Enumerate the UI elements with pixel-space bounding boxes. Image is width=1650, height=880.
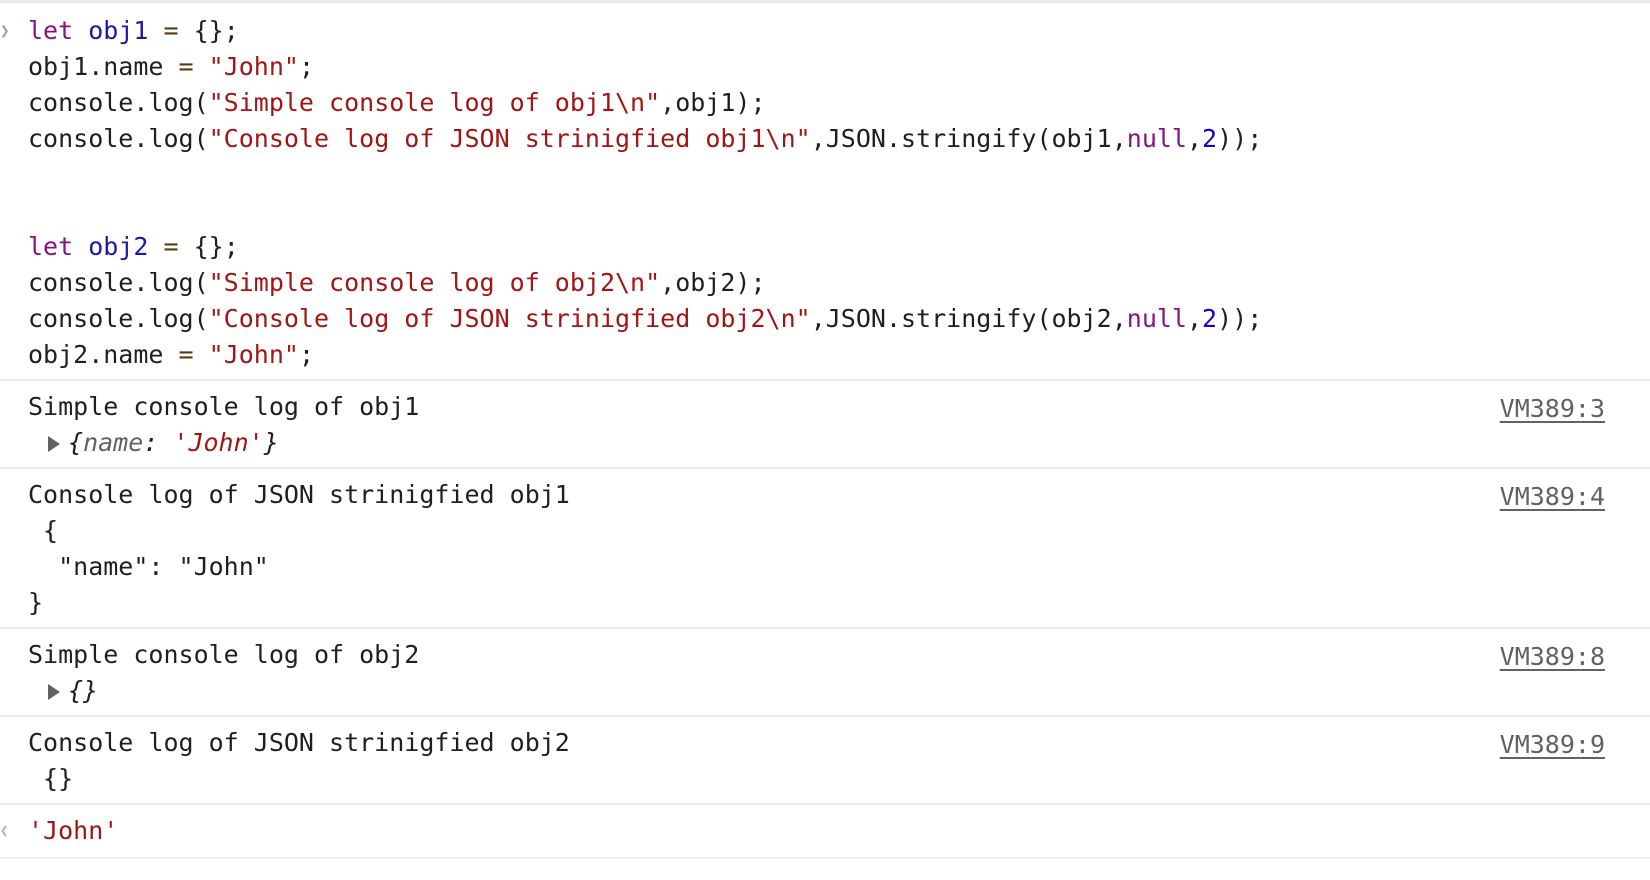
object-key: name — [83, 428, 144, 457]
bottom-divider — [0, 857, 1650, 859]
json-line: } — [28, 588, 44, 617]
console-message-3: Simple console log of obj2 VM389:8 {} — [0, 627, 1650, 715]
code-token: "Simple console log of obj2\n" — [208, 268, 661, 297]
code-token: ,JSON.stringify(obj1, — [810, 124, 1127, 153]
object-value: 'John' — [173, 428, 264, 457]
code-token: {}; — [193, 16, 239, 45]
message-text: Simple console log of obj1 — [28, 392, 420, 421]
code-token: "John" — [208, 340, 299, 369]
console-message-2: Console log of JSON strinigfied obj1 VM3… — [0, 467, 1650, 627]
code-token: 2 — [1202, 304, 1218, 333]
console-input-block: ❯ let obj1 = {}; obj1.name = "John"; conso… — [0, 3, 1650, 379]
code-line: obj1.name = "John"; — [28, 49, 1650, 85]
json-line: "name": "John" — [28, 552, 269, 581]
source-link[interactable]: VM389:3 — [1500, 391, 1605, 427]
code-line: console.log("Console log of JSON strinig… — [28, 121, 1650, 157]
code-token: console.log( — [28, 304, 209, 333]
code-token: ; — [298, 52, 315, 81]
console-result: ❮ 'John' — [0, 803, 1650, 857]
code-token: "Console log of JSON strinigfied obj2\n" — [208, 304, 811, 333]
json-line: {} — [28, 764, 74, 793]
code-token: obj1.name — [28, 52, 179, 81]
message-text: Console log of JSON strinigfied obj1 — [28, 480, 570, 509]
code-token: )); — [1217, 304, 1263, 333]
source-link[interactable]: VM389:8 — [1500, 639, 1605, 675]
result-chevron-icon: ❮ — [0, 823, 9, 839]
code-line: console.log("Console log of JSON strinig… — [28, 301, 1650, 337]
expand-triangle-icon[interactable] — [48, 436, 60, 452]
message-text: Simple console log of obj2 — [28, 640, 420, 669]
code-token: let — [28, 16, 89, 45]
code-token: obj1 — [88, 16, 149, 45]
code-line: let obj2 = {}; — [28, 229, 1650, 265]
code-token: obj2 — [88, 232, 149, 261]
code-token: obj2.name — [28, 340, 179, 369]
code-token: ,JSON.stringify(obj2, — [810, 304, 1127, 333]
object-preview[interactable]: {} — [28, 673, 1650, 709]
code-token: console.log( — [28, 124, 209, 153]
code-token: = — [148, 16, 194, 45]
code-token: "Simple console log of obj1\n" — [208, 88, 661, 117]
expand-triangle-icon[interactable] — [48, 684, 60, 700]
code-token: let — [28, 232, 89, 261]
code-token: = — [178, 52, 194, 81]
code-token: {}; — [193, 232, 239, 261]
code-line: obj2.name = "John"; — [28, 337, 1650, 373]
json-line: { — [28, 516, 59, 545]
code-token: 2 — [1202, 124, 1218, 153]
code-token: "John" — [208, 52, 299, 81]
code-token: "Console log of JSON strinigfied obj1\n" — [208, 124, 811, 153]
code-token: ; — [298, 340, 315, 369]
brace-close: } — [263, 428, 279, 457]
code-token: = — [148, 232, 194, 261]
source-link[interactable]: VM389:4 — [1500, 479, 1605, 515]
code-token: ,obj2); — [660, 268, 766, 297]
code-token: console.log( — [28, 268, 209, 297]
object-preview[interactable]: {name: 'John'} — [28, 425, 1650, 461]
code-lines: let obj1 = {}; obj1.name = "John"; console… — [28, 13, 1650, 373]
console-message-4: Console log of JSON strinigfied obj2 VM3… — [0, 715, 1650, 803]
code-line: let obj1 = {}; — [28, 13, 1650, 49]
empty-object: {} — [68, 676, 99, 705]
code-token: null — [1126, 124, 1187, 153]
code-token: , — [1186, 124, 1203, 153]
result-value: 'John' — [28, 816, 119, 845]
code-line: console.log("Simple console log of obj2\… — [28, 265, 1650, 301]
source-link[interactable]: VM389:9 — [1500, 727, 1605, 763]
code-token: = — [178, 340, 194, 369]
code-token: console.log( — [28, 88, 209, 117]
input-chevron-icon: ❯ — [0, 21, 10, 40]
code-token: ,obj1); — [660, 88, 766, 117]
console-message-1: Simple console log of obj1 VM389:3 {name… — [0, 379, 1650, 467]
brace-open: { — [68, 428, 84, 457]
message-text: Console log of JSON strinigfied obj2 — [28, 728, 570, 757]
object-sep: : — [143, 428, 174, 457]
code-token: , — [1186, 304, 1203, 333]
code-token: )); — [1217, 124, 1263, 153]
code-line: console.log("Simple console log of obj1\… — [28, 85, 1650, 121]
code-token: null — [1126, 304, 1187, 333]
